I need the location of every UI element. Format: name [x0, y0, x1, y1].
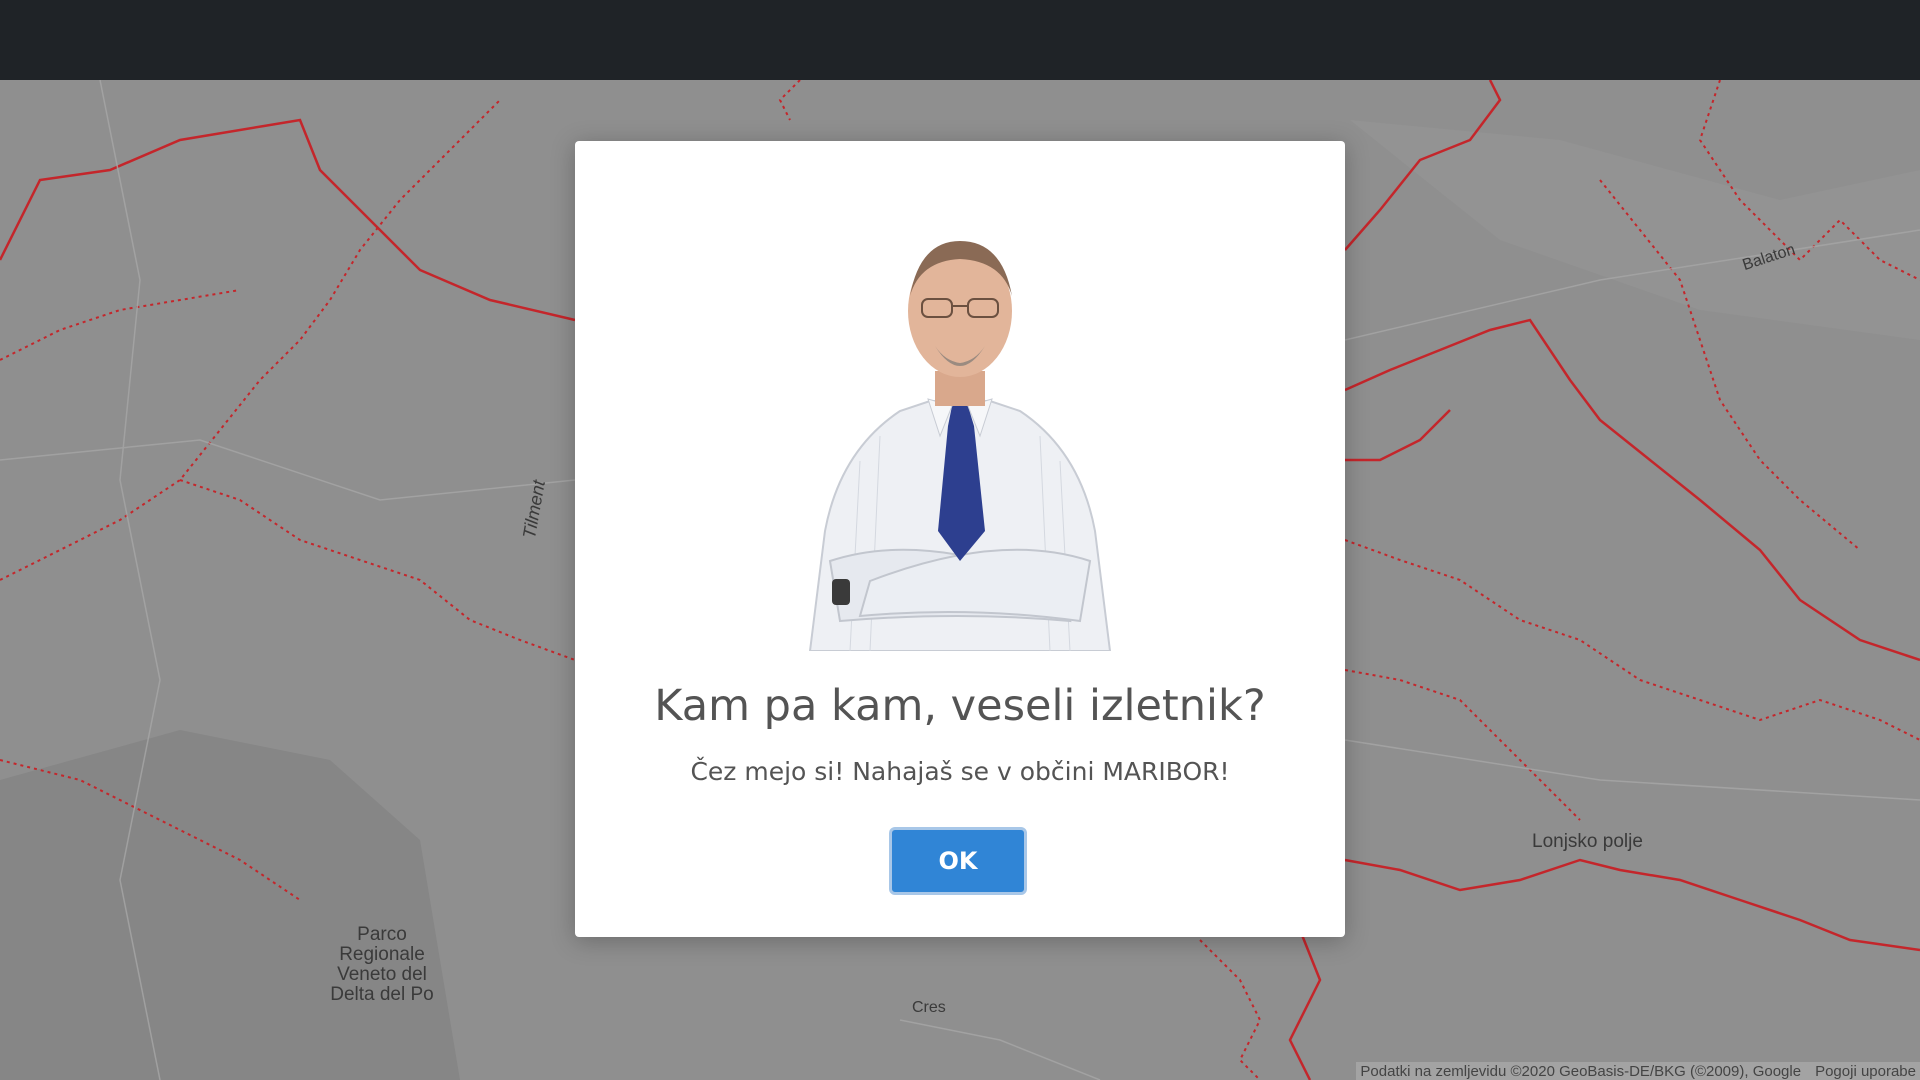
dialog-title: Kam pa kam, veseli izletnik?: [654, 681, 1266, 731]
modal-overlay: Kam pa kam, veseli izletnik? Čez mejo si…: [0, 0, 1920, 1080]
ok-button[interactable]: OK: [889, 827, 1027, 895]
portrait-image: [770, 201, 1150, 652]
dialog-message: Čez mejo si! Nahajaš se v občini MARIBOR…: [690, 757, 1230, 786]
alert-dialog: Kam pa kam, veseli izletnik? Čez mejo si…: [575, 141, 1345, 937]
